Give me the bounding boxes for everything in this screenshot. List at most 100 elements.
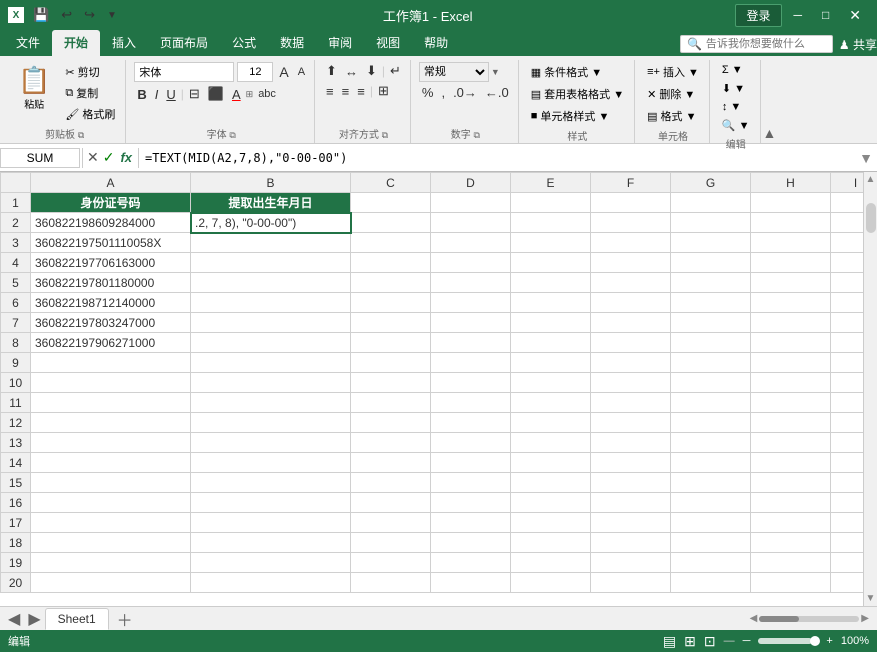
customize-icon[interactable]: ▼	[104, 9, 120, 22]
cell-G1[interactable]	[671, 193, 751, 213]
page-break-view-button[interactable]: ⊡	[704, 633, 716, 650]
cell-H1[interactable]	[751, 193, 831, 213]
minimize-button[interactable]: ─	[786, 4, 811, 26]
scroll-tab-right[interactable]: ▶	[24, 609, 44, 629]
middle-align-button[interactable]: ↔	[342, 63, 361, 80]
cell-I3[interactable]	[831, 233, 864, 253]
sheet-scroll-right[interactable]: ▶	[861, 613, 869, 624]
cell-H8[interactable]	[751, 333, 831, 353]
fill-color-button[interactable]: ⬛	[205, 85, 227, 103]
cell-A4[interactable]: 360822197706163000	[31, 253, 191, 273]
font-color-button[interactable]: A	[229, 86, 244, 103]
cell-E6[interactable]	[511, 293, 591, 313]
cell-C8[interactable]	[351, 333, 431, 353]
cell-G8[interactable]	[671, 333, 751, 353]
cell-A2[interactable]: 360822198609284000	[31, 213, 191, 233]
format-as-table-button[interactable]: ▤ 套用表格格式 ▼	[527, 84, 628, 104]
cell-I5[interactable]	[831, 273, 864, 293]
cell-I6[interactable]	[831, 293, 864, 313]
font-size-input[interactable]	[237, 62, 273, 82]
cell-D4[interactable]	[431, 253, 511, 273]
cell-I1[interactable]	[831, 193, 864, 213]
cell-C2[interactable]	[351, 213, 431, 233]
cell-B4[interactable]	[191, 253, 351, 273]
cell-G4[interactable]	[671, 253, 751, 273]
format-painter-button[interactable]: 🖌 格式刷	[61, 104, 119, 124]
tab-review[interactable]: 审阅	[316, 30, 364, 56]
scroll-down-arrow[interactable]: ▼	[866, 591, 876, 606]
cut-button[interactable]: ✂ 剪切	[61, 62, 119, 82]
scroll-tab-left[interactable]: ◀	[4, 609, 24, 629]
page-layout-view-button[interactable]: ⊞	[684, 633, 696, 650]
wrap-text-button[interactable]: ↵	[387, 62, 404, 80]
cell-A7[interactable]: 360822197803247000	[31, 313, 191, 333]
cell-E1[interactable]	[511, 193, 591, 213]
tab-page-layout[interactable]: 页面布局	[148, 30, 220, 56]
col-header-A[interactable]: A	[31, 173, 191, 193]
zoom-slider[interactable]	[758, 638, 818, 644]
normal-view-button[interactable]: ▤	[663, 633, 676, 650]
cell-H3[interactable]	[751, 233, 831, 253]
cell-B8[interactable]	[191, 333, 351, 353]
insert-function-button[interactable]: fx	[116, 150, 136, 165]
cell-E2[interactable]	[511, 213, 591, 233]
cell-C1[interactable]	[351, 193, 431, 213]
insert-cells-button[interactable]: ≡+ 插入 ▼	[643, 62, 703, 82]
col-header-G[interactable]: G	[671, 173, 751, 193]
tab-file[interactable]: 文件	[4, 30, 52, 56]
center-align-button[interactable]: ≡	[339, 83, 353, 100]
find-select-button[interactable]: 🔍 ▼	[718, 117, 754, 134]
cell-G2[interactable]	[671, 213, 751, 233]
cell-A6[interactable]: 360822198712140000	[31, 293, 191, 313]
border-button[interactable]: ⊟	[186, 85, 203, 103]
cell-H5[interactable]	[751, 273, 831, 293]
cell-C5[interactable]	[351, 273, 431, 293]
cell-F4[interactable]	[591, 253, 671, 273]
col-header-E[interactable]: E	[511, 173, 591, 193]
maximize-button[interactable]: □	[814, 4, 837, 26]
cell-I4[interactable]	[831, 253, 864, 273]
tab-view[interactable]: 视图	[364, 30, 412, 56]
format-cells-button[interactable]: ▤ 格式 ▼	[643, 106, 700, 126]
number-format-select[interactable]: 常规	[419, 62, 489, 82]
cell-F2[interactable]	[591, 213, 671, 233]
merge-center-button[interactable]: ⊞	[375, 82, 392, 100]
cell-B5[interactable]	[191, 273, 351, 293]
tab-data[interactable]: 数据	[268, 30, 316, 56]
cell-F8[interactable]	[591, 333, 671, 353]
cell-D5[interactable]	[431, 273, 511, 293]
left-align-button[interactable]: ≡	[323, 83, 337, 100]
cell-D6[interactable]	[431, 293, 511, 313]
copy-button[interactable]: ⧉ 复制	[61, 83, 119, 103]
cell-F7[interactable]	[591, 313, 671, 333]
redo-icon[interactable]: ↪	[81, 6, 98, 24]
italic-button[interactable]: I	[152, 86, 162, 103]
cell-G6[interactable]	[671, 293, 751, 313]
cancel-formula-button[interactable]: ✕	[85, 149, 101, 166]
cell-E7[interactable]	[511, 313, 591, 333]
vertical-scrollbar[interactable]: ▲ ▼	[863, 172, 877, 606]
cell-B3[interactable]	[191, 233, 351, 253]
top-align-button[interactable]: ⬆	[323, 62, 340, 80]
strikethrough-button[interactable]: abc	[255, 87, 279, 101]
name-box[interactable]	[0, 148, 80, 168]
confirm-formula-button[interactable]: ✓	[101, 149, 117, 166]
increase-font-icon[interactable]: A	[276, 63, 291, 81]
autosum-button[interactable]: Σ ▼	[718, 62, 747, 78]
col-header-F[interactable]: F	[591, 173, 671, 193]
formula-expand-icon[interactable]: ▼	[855, 150, 877, 166]
cell-C6[interactable]	[351, 293, 431, 313]
cell-G7[interactable]	[671, 313, 751, 333]
search-input[interactable]	[706, 38, 826, 50]
cell-F3[interactable]	[591, 233, 671, 253]
cell-I2[interactable]	[831, 213, 864, 233]
sheet-scroll-left[interactable]: ◀	[750, 613, 758, 624]
cell-E8[interactable]	[511, 333, 591, 353]
conditional-format-button[interactable]: ▦ 条件格式 ▼	[527, 62, 606, 82]
sheet-body[interactable]: 1 身份证号码 提取出生年月日 2 3608221986	[1, 193, 864, 593]
tab-help[interactable]: 帮助	[412, 30, 460, 56]
cell-A5[interactable]: 360822197801180000	[31, 273, 191, 293]
cell-C7[interactable]	[351, 313, 431, 333]
cell-C4[interactable]	[351, 253, 431, 273]
decrease-font-icon[interactable]: A	[295, 65, 308, 79]
